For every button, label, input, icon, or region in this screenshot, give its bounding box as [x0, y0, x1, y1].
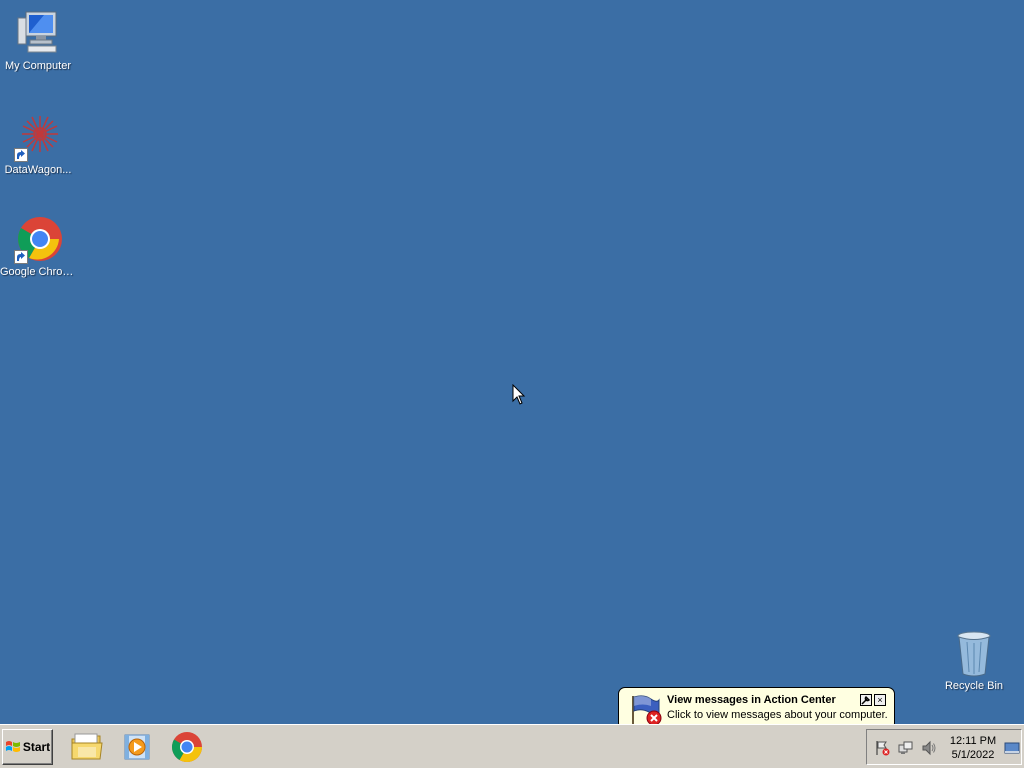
balloon-title: View messages in Action Center — [667, 694, 836, 706]
shortcut-arrow-icon — [14, 148, 28, 162]
desktop-icon-label: My Computer — [4, 60, 72, 72]
chrome-icon[interactable] — [170, 731, 204, 763]
start-button[interactable]: Start — [2, 729, 53, 765]
shortcut-arrow-icon — [14, 250, 28, 264]
desktop-icon-label: Recycle Bin — [944, 680, 1004, 692]
chrome-icon — [14, 216, 62, 264]
balloon-options-button[interactable] — [860, 694, 872, 706]
desktop-icon-label: DataWagon... — [4, 164, 72, 176]
taskbar: Start 12:11 PM 5/1/2022 — [0, 724, 1024, 768]
windows-logo-icon — [5, 741, 20, 752]
start-label: Start — [22, 740, 51, 754]
action-center-flag-icon — [629, 694, 663, 726]
network-icon[interactable] — [898, 740, 914, 756]
wrench-icon — [861, 695, 871, 705]
taskbar-clock[interactable]: 12:11 PM 5/1/2022 — [947, 734, 999, 762]
desktop-icon-label: Google Chrome — [0, 266, 76, 278]
balloon-close-button[interactable]: × — [874, 694, 886, 706]
clock-time: 12:11 PM — [949, 735, 997, 747]
clock-date: 5/1/2022 — [951, 749, 995, 761]
action-center-flag-icon[interactable] — [875, 740, 891, 756]
recycle-bin-icon — [950, 630, 998, 678]
computer-icon — [14, 10, 62, 58]
system-tray: 12:11 PM 5/1/2022 — [866, 729, 1022, 765]
file-explorer-icon[interactable] — [70, 731, 104, 763]
balloon-text: Click to view messages about your comput… — [667, 709, 888, 721]
mouse-cursor-icon — [512, 383, 526, 406]
show-desktop-icon[interactable] — [1004, 740, 1020, 756]
desktop-icon-my-computer[interactable]: My Computer — [0, 10, 76, 72]
volume-icon[interactable] — [921, 740, 937, 756]
desktop-icon-datawagon[interactable]: DataWagon... — [0, 114, 76, 176]
desktop-icon-recycle-bin[interactable]: Recycle Bin — [936, 630, 1012, 692]
datawagon-icon — [14, 114, 62, 162]
media-player-icon[interactable] — [120, 731, 154, 763]
desktop-icon-google-chrome[interactable]: Google Chrome — [0, 216, 76, 278]
